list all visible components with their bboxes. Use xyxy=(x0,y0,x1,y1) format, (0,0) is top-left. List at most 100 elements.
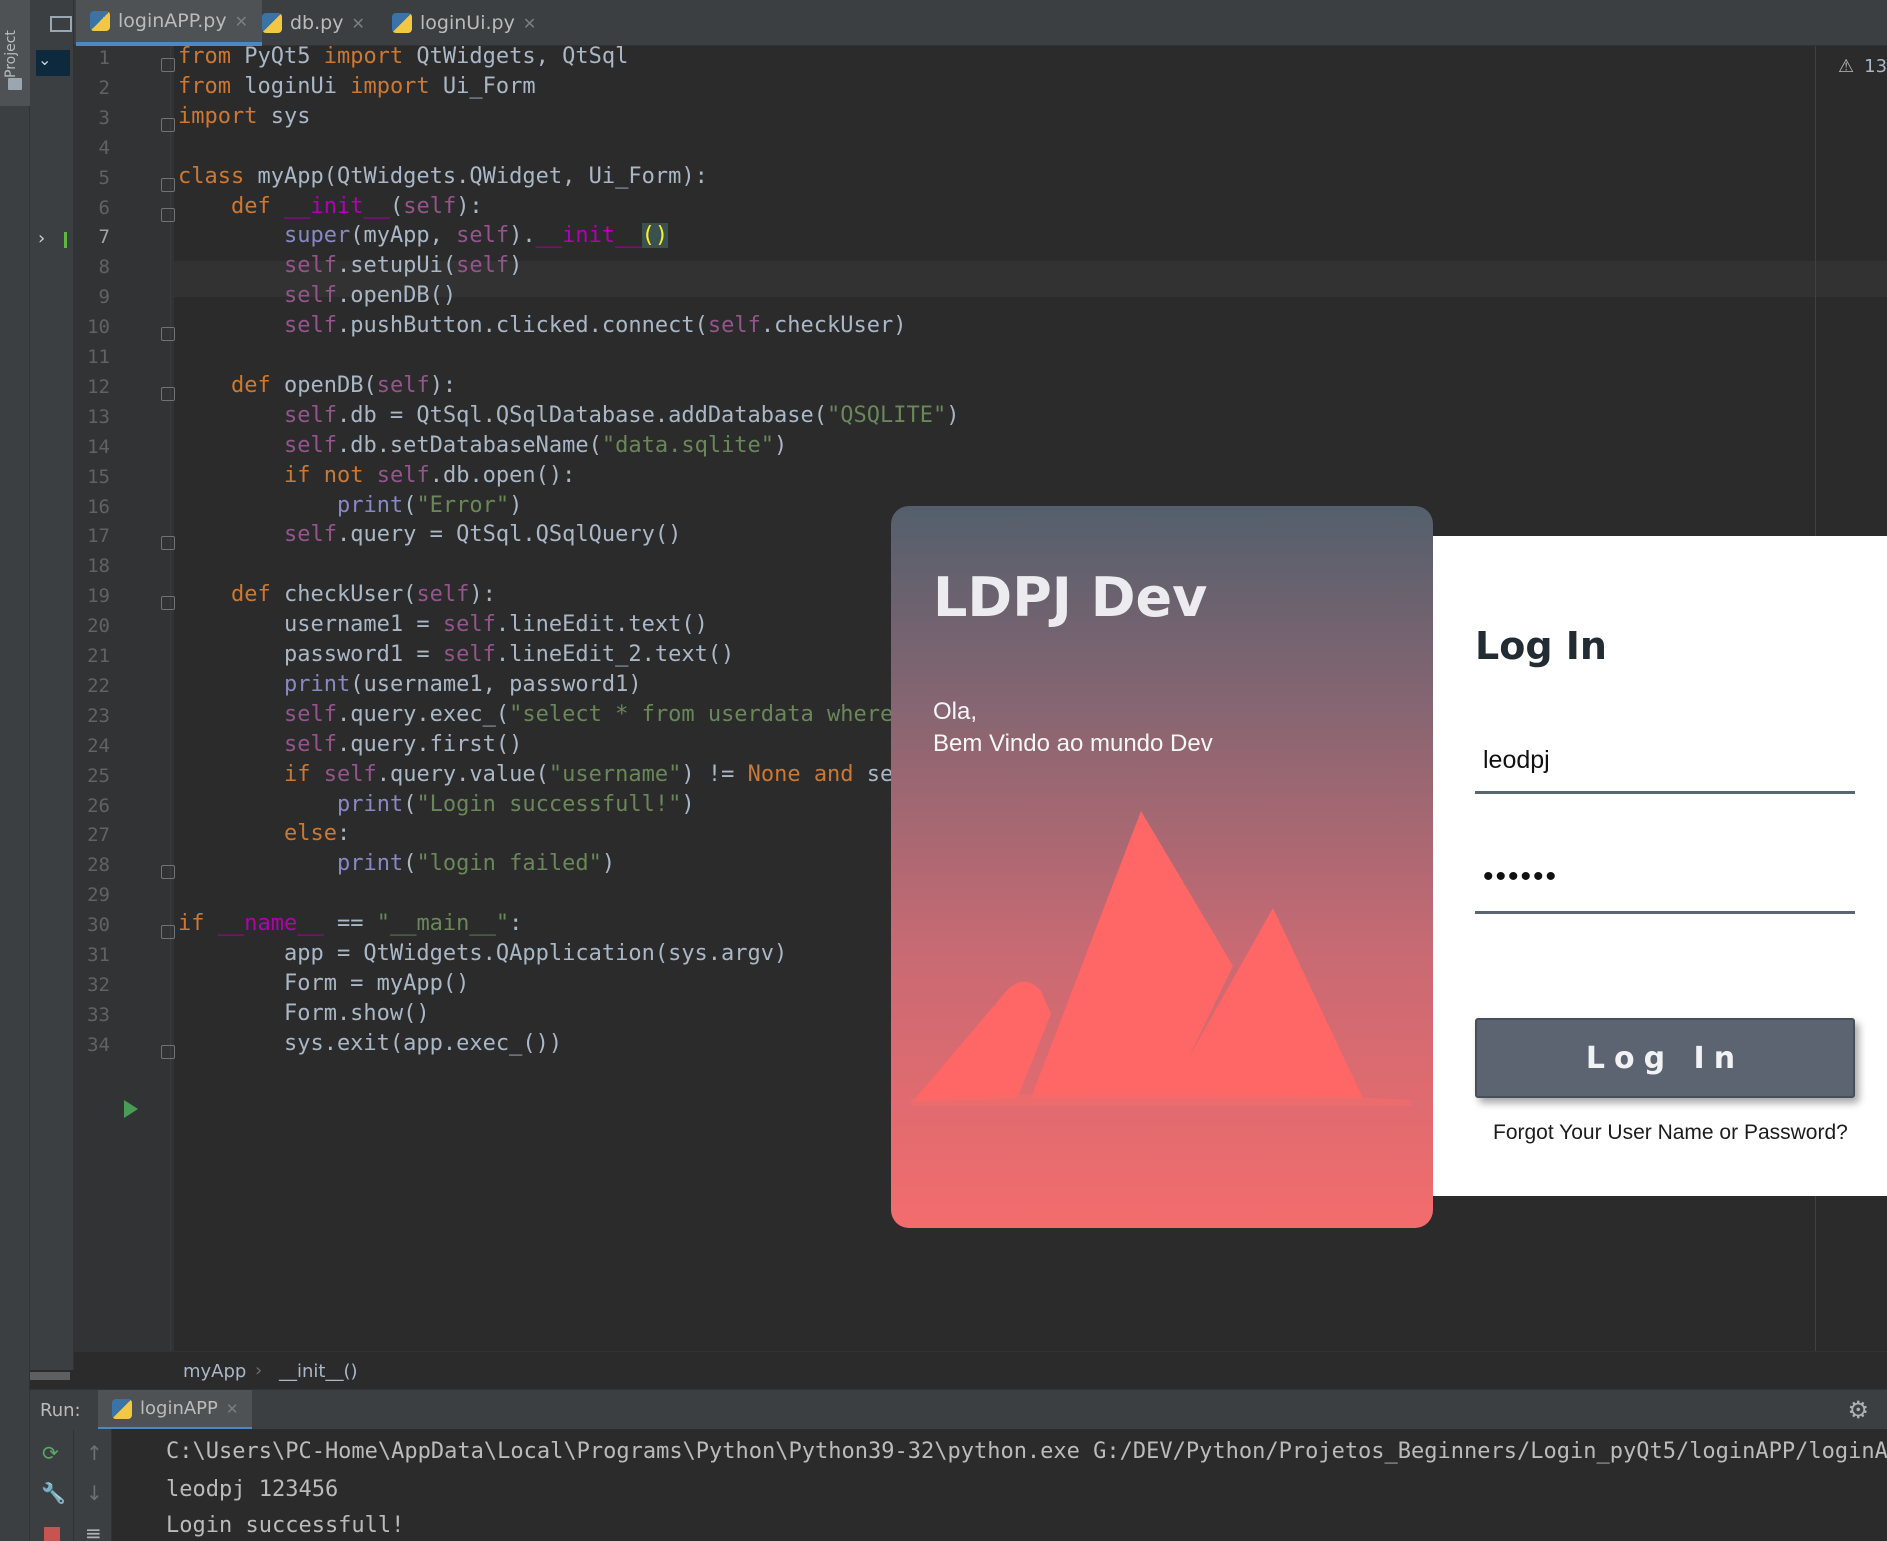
line-number: 33 xyxy=(87,1003,110,1026)
line-number: 25 xyxy=(87,764,110,787)
horizontal-scrollbar[interactable] xyxy=(30,1372,70,1380)
code-line[interactable]: self.pushButton.clicked.connect(self.che… xyxy=(178,308,907,344)
line-number: 14 xyxy=(87,435,110,458)
password-field[interactable]: •••••• xyxy=(1475,848,1855,914)
line-number: 32 xyxy=(87,973,110,996)
line-number: 16 xyxy=(87,495,110,518)
fold-marker-icon[interactable] xyxy=(161,386,175,401)
run-console[interactable]: ⟳ 🔧 ↑ ↓ ≡ C:\Users\PC-Home\AppData\Local… xyxy=(30,1429,1887,1541)
python-file-icon xyxy=(262,13,282,33)
line-number: 22 xyxy=(87,674,110,697)
chevron-right-icon[interactable]: › xyxy=(38,228,45,249)
run-tab-loginapp[interactable]: loginAPP ✕ xyxy=(98,1390,253,1430)
fold-marker-icon[interactable] xyxy=(161,117,175,132)
line-number: 30 xyxy=(87,914,110,937)
tab-label: loginUi.py xyxy=(420,12,515,34)
line-number: 26 xyxy=(87,794,110,817)
breadcrumb-method[interactable]: __init__() xyxy=(279,1361,358,1382)
line-number: 11 xyxy=(87,346,110,368)
line-number: 23 xyxy=(87,704,110,727)
tab-label: db.py xyxy=(290,12,344,34)
line-number: 2 xyxy=(98,76,110,99)
line-number: 8 xyxy=(98,256,110,279)
fold-marker-icon[interactable] xyxy=(161,1044,175,1059)
line-number: 10 xyxy=(87,316,110,339)
fold-marker-icon[interactable] xyxy=(161,327,175,342)
folder-icon xyxy=(8,78,22,90)
login-heading: Log In xyxy=(1475,624,1607,668)
code-line[interactable]: self.query = QtSql.QSqlQuery() xyxy=(178,517,681,553)
stop-icon[interactable] xyxy=(44,1527,60,1541)
line-number: 24 xyxy=(87,734,110,757)
username-field[interactable]: leodpj xyxy=(1475,728,1855,794)
login-button-label: Log In xyxy=(1585,1040,1745,1076)
line-number: 34 xyxy=(87,1033,110,1056)
warning-icon: ⚠ xyxy=(1838,56,1855,77)
chevron-down-icon[interactable]: ⌄ xyxy=(38,50,51,69)
python-file-icon xyxy=(392,13,412,33)
project-tool-tab[interactable]: Project xyxy=(0,0,30,106)
login-button[interactable]: Log In xyxy=(1475,1018,1855,1098)
breadcrumb-separator-icon: › xyxy=(255,1360,263,1381)
rerun-icon[interactable]: ⟳ xyxy=(42,1441,59,1465)
console-line: Login successfull! xyxy=(166,1513,405,1538)
forgot-credentials-link[interactable]: Forgot Your User Name or Password? xyxy=(1493,1121,1848,1145)
code-line[interactable]: print("login failed") xyxy=(178,846,615,882)
greeting-line-2: Bem Vindo ao mundo Dev xyxy=(933,730,1213,757)
code-line[interactable]: sys.exit(app.exec_()) xyxy=(178,1026,562,1062)
warning-count: 13 xyxy=(1864,56,1887,77)
line-number: 21 xyxy=(87,645,110,667)
line-number: 17 xyxy=(87,525,110,548)
run-tool-header: Run: loginAPP ✕ ⚙ xyxy=(30,1389,1887,1430)
line-number: 6 xyxy=(98,196,110,219)
console-line: C:\Users\PC-Home\AppData\Local\Programs\… xyxy=(166,1439,1887,1464)
line-number: 3 xyxy=(98,106,110,129)
username-value: leodpj xyxy=(1483,746,1550,774)
fold-marker-icon[interactable] xyxy=(161,865,175,880)
close-icon[interactable]: ✕ xyxy=(351,14,364,33)
close-icon[interactable]: ✕ xyxy=(523,14,536,33)
run-label: Run: xyxy=(40,1400,81,1421)
fold-marker-icon[interactable] xyxy=(161,177,175,192)
line-number: 31 xyxy=(87,944,110,966)
line-number: 9 xyxy=(98,286,110,309)
wrench-icon[interactable]: 🔧 xyxy=(41,1481,66,1505)
code-line[interactable]: import sys xyxy=(178,99,310,135)
fold-marker-icon[interactable] xyxy=(161,207,175,222)
mountain-illustration xyxy=(911,811,1411,1106)
line-number: 20 xyxy=(87,615,110,638)
fold-marker-icon[interactable] xyxy=(161,58,175,72)
close-icon[interactable]: ✕ xyxy=(235,12,248,31)
login-app-window: LDPJ Dev Ola, Bem Vindo ao mundo Dev Log… xyxy=(891,506,1887,1228)
breadcrumb: myApp › __init__() xyxy=(74,1351,1887,1389)
window-icon[interactable] xyxy=(50,16,72,32)
tab-label: loginAPP.py xyxy=(118,10,227,32)
welcome-card: LDPJ Dev Ola, Bem Vindo ao mundo Dev xyxy=(891,506,1433,1228)
password-value: •••••• xyxy=(1483,860,1559,893)
fold-marker-icon[interactable] xyxy=(161,925,175,940)
greeting-line-1: Ola, xyxy=(933,698,978,725)
gear-icon[interactable]: ⚙ xyxy=(1847,1396,1869,1424)
line-number: 1 xyxy=(98,47,110,69)
fold-marker-icon[interactable] xyxy=(161,536,175,551)
line-number: 15 xyxy=(87,465,110,488)
line-number: 18 xyxy=(87,555,110,578)
breadcrumb-class[interactable]: myApp xyxy=(183,1361,246,1382)
run-toolbar: ⟳ 🔧 xyxy=(30,1429,74,1541)
line-number: 7 xyxy=(98,226,110,249)
soft-wrap-icon[interactable]: ≡ xyxy=(85,1521,102,1541)
line-number: 27 xyxy=(87,824,110,847)
line-number: 12 xyxy=(87,375,110,398)
line-number: 13 xyxy=(87,405,110,428)
left-tool-strip: Project xyxy=(0,0,30,1541)
vcs-change-marker xyxy=(64,232,67,248)
fold-marker-icon[interactable] xyxy=(161,596,175,611)
arrow-up-icon[interactable]: ↑ xyxy=(86,1441,103,1465)
python-file-icon xyxy=(112,1398,132,1419)
inspection-widget[interactable]: ⚠ 13 ✔ 2 ˄ xyxy=(1838,56,1887,77)
brand-title: LDPJ Dev xyxy=(933,566,1208,629)
run-gutter-icon[interactable] xyxy=(124,1100,138,1118)
line-number: 28 xyxy=(87,854,110,877)
arrow-down-icon[interactable]: ↓ xyxy=(86,1481,103,1505)
close-icon[interactable]: ✕ xyxy=(226,1400,239,1418)
